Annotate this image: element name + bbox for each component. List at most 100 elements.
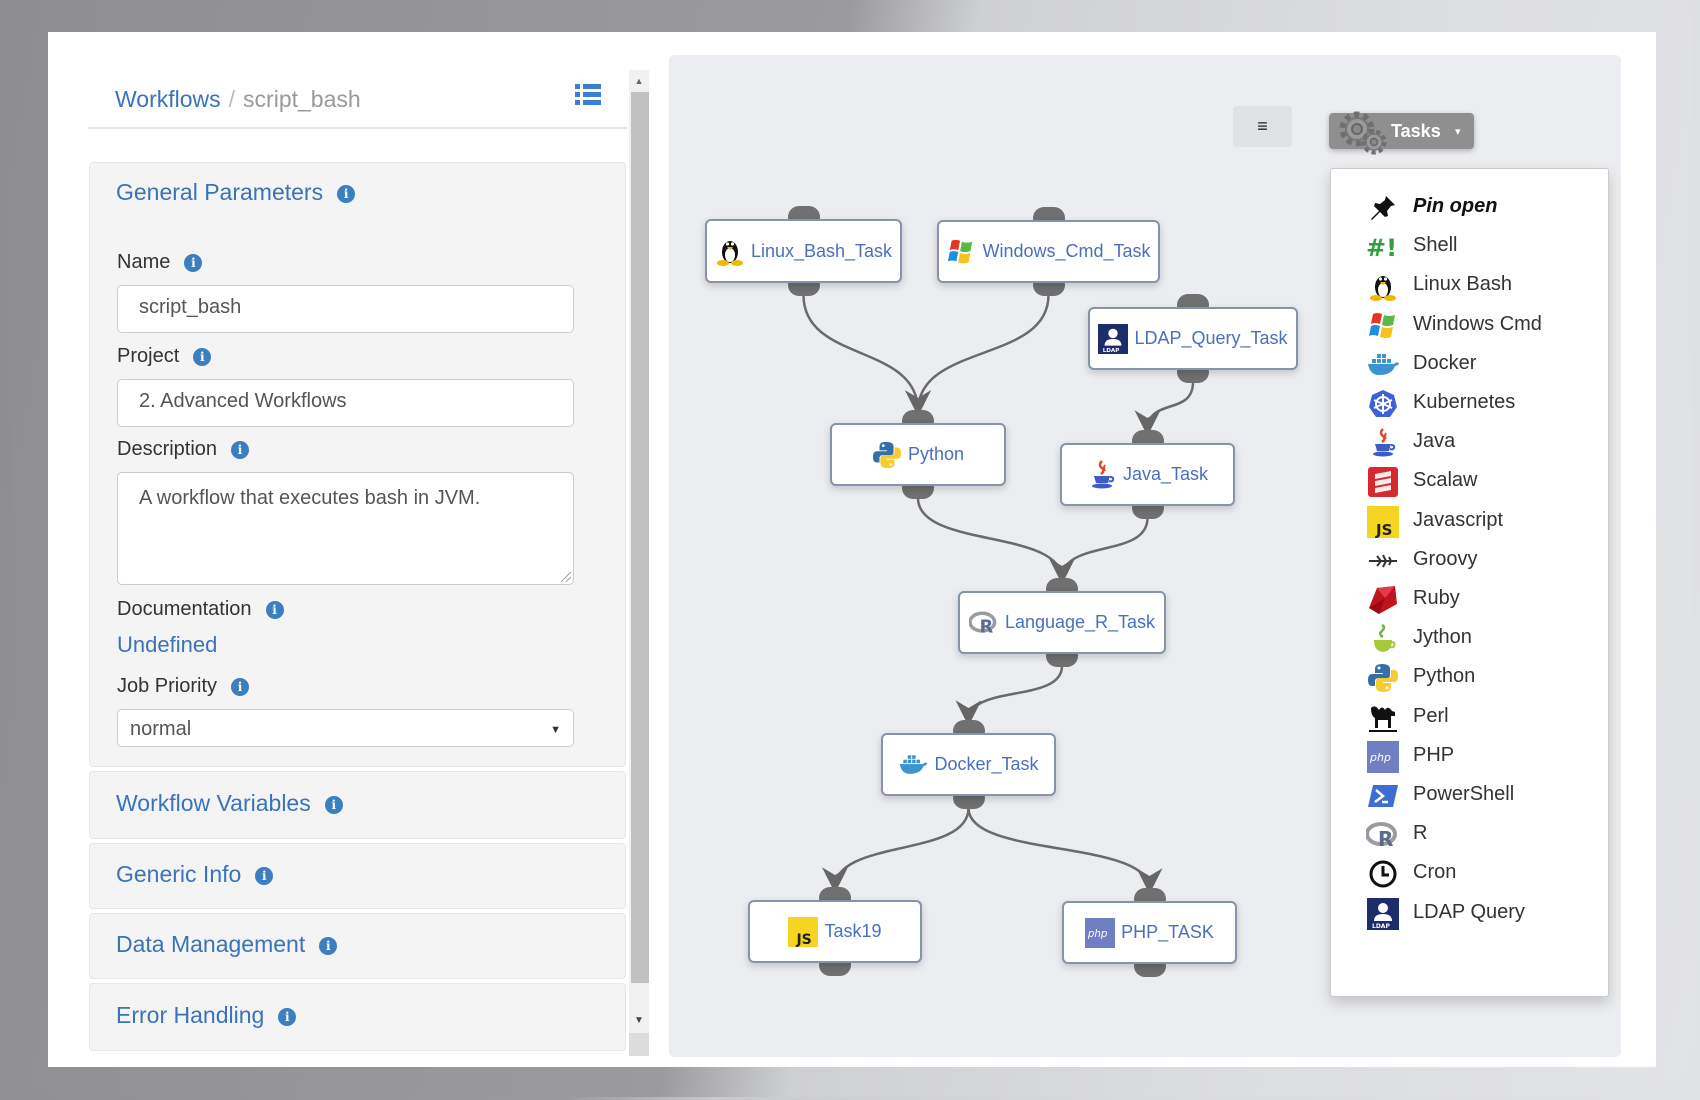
list-view-icon[interactable] (575, 84, 601, 105)
scroll-up-arrow-icon[interactable]: ▲ (629, 70, 649, 92)
task-node-label: Language_R_Task (1004, 612, 1156, 632)
breadcrumb-workflows-link[interactable]: Workflows (115, 86, 221, 112)
data-management-header[interactable]: Data Management i (116, 931, 338, 958)
groovy-icon (1366, 544, 1400, 578)
shell-icon: #! (1366, 230, 1400, 264)
tasks-menu-item[interactable]: Perl (1366, 699, 1596, 735)
info-icon[interactable]: i (319, 936, 338, 955)
pin-icon (1366, 191, 1400, 225)
task-node-ldap[interactable]: LDAP LDAP_Query_Task (1088, 307, 1298, 370)
tasks-menu-item-label: Shell (1413, 234, 1458, 257)
ldap-icon: LDAP (1366, 897, 1400, 931)
task-node-label: Windows_Cmd_Task (982, 241, 1151, 261)
tasks-menu-item[interactable]: Python (1366, 659, 1596, 695)
info-icon[interactable]: i (193, 347, 212, 366)
project-label-text: Project (117, 345, 180, 367)
php-icon: php (1085, 917, 1116, 948)
task-node-label: PHP_TASK (1121, 922, 1214, 942)
info-icon[interactable]: i (231, 677, 250, 696)
task-node-docker[interactable]: Docker_Task (881, 733, 1056, 796)
task-node-windows[interactable]: Windows_Cmd_Task (937, 220, 1160, 283)
r-icon: R (968, 608, 999, 638)
tasks-menu-item[interactable]: RR (1366, 816, 1596, 852)
tasks-menu-item[interactable]: Cron (1366, 855, 1596, 891)
generic-info-panel[interactable]: Generic Info i (89, 843, 626, 909)
linux-icon (1366, 269, 1400, 303)
tasks-menu-item[interactable]: JS Javascript (1366, 503, 1596, 539)
tasks-menu-item[interactable]: #! Shell (1366, 228, 1596, 264)
tasks-menu-item[interactable]: Java (1366, 424, 1596, 460)
scrollbar-thumb[interactable] (631, 92, 649, 983)
task-node-label: Linux_Bash_Task (750, 240, 893, 261)
info-icon[interactable]: i (255, 866, 274, 885)
tasks-menu-item[interactable]: php PHP (1366, 738, 1596, 774)
tasks-menu-item[interactable]: Kubernetes (1366, 385, 1596, 421)
svg-text:LDAP: LDAP (1372, 923, 1390, 930)
resize-grip-icon[interactable] (629, 1033, 649, 1056)
r-icon: R (1366, 818, 1400, 852)
tasks-menu-item[interactable]: Pin open (1366, 189, 1596, 225)
job-priority-label: Job Priority i (117, 675, 250, 698)
info-icon[interactable]: i (231, 440, 250, 459)
tasks-menu-item-label: Java (1413, 430, 1456, 453)
windows-icon (946, 237, 976, 267)
scroll-down-arrow-icon[interactable]: ▼ (629, 1010, 649, 1032)
tasks-menu-item[interactable]: Groovy (1366, 542, 1596, 578)
name-input[interactable]: script_bash (117, 285, 574, 333)
tasks-menu-item[interactable]: Ruby (1366, 581, 1596, 617)
tasks-button-label: Tasks (1391, 121, 1441, 141)
error-handling-panel[interactable]: Error Handling i (89, 983, 626, 1051)
general-parameters-title: General Parameters (116, 179, 324, 205)
resize-handle[interactable] (561, 572, 571, 582)
info-icon[interactable]: i (265, 600, 284, 619)
data-management-panel[interactable]: Data Management i (89, 913, 626, 979)
javascript-icon: JS (788, 916, 819, 948)
workflow-variables-panel[interactable]: Workflow Variables i (89, 771, 626, 839)
description-textarea[interactable]: A workflow that executes bash in JVM. (117, 472, 574, 585)
tasks-dropdown-button[interactable]: Tasks ▾ (1329, 111, 1474, 155)
job-priority-select[interactable]: normal ▼ (117, 709, 574, 747)
generic-info-header[interactable]: Generic Info i (116, 861, 274, 888)
task-node-python[interactable]: Python (830, 423, 1006, 486)
info-icon[interactable]: i (337, 184, 356, 203)
description-label: Description i (117, 438, 250, 461)
workflow-variables-header[interactable]: Workflow Variables i (116, 790, 343, 817)
left-panel-scrollbar[interactable]: ▲ ▼ (629, 70, 649, 1056)
jython-icon (1366, 622, 1400, 656)
tasks-menu-item-label: Python (1413, 665, 1476, 688)
task-node-linux[interactable]: Linux_Bash_Task (705, 219, 902, 283)
tasks-menu-item[interactable]: Windows Cmd (1366, 307, 1596, 343)
info-icon[interactable]: i (278, 1007, 297, 1026)
tasks-menu: Pin open #! Shell Linux Bash Windows Cmd Dock… (1330, 168, 1609, 997)
tasks-menu-item[interactable]: Docker (1366, 346, 1596, 382)
task-node-java[interactable]: Java_Task (1060, 443, 1235, 506)
job-priority-label-text: Job Priority (117, 675, 218, 697)
task-node-js[interactable]: JS Task19 (748, 900, 922, 963)
tasks-menu-item[interactable]: Linux Bash (1366, 267, 1596, 303)
tasks-menu-item-label: LDAP Query (1413, 900, 1525, 923)
project-input[interactable]: 2. Advanced Workflows (117, 379, 574, 427)
task-node-php[interactable]: php PHP_TASK (1062, 901, 1237, 964)
task-node-r[interactable]: R Language_R_Task (958, 591, 1166, 654)
tasks-menu-item[interactable]: Scalaw (1366, 463, 1596, 499)
linux-icon (715, 236, 745, 266)
scala-icon (1366, 465, 1400, 499)
error-handling-header[interactable]: Error Handling i (116, 1002, 297, 1029)
documentation-link[interactable]: Undefined (117, 632, 217, 658)
general-parameters-header[interactable]: General Parameters i (116, 179, 356, 206)
svg-text:LDAP: LDAP (1103, 348, 1120, 354)
tasks-menu-item[interactable]: Jython (1366, 620, 1596, 656)
tasks-menu-item[interactable]: PowerShell (1366, 777, 1596, 813)
svg-text:JS: JS (796, 932, 812, 948)
task-node-label: Task19 (824, 921, 882, 941)
tasks-menu-item[interactable]: LDAP LDAP Query (1366, 895, 1596, 931)
ruby-icon (1366, 583, 1400, 617)
tasks-menu-item-label: Docker (1413, 351, 1477, 374)
format-button[interactable]: ≡ (1233, 106, 1292, 147)
svg-text:JS: JS (1375, 521, 1392, 538)
info-icon[interactable]: i (324, 795, 343, 814)
task-node-label: Docker_Task (934, 754, 1039, 774)
svg-text:R: R (980, 617, 994, 636)
tasks-menu-item-label: Jython (1413, 626, 1472, 649)
info-icon[interactable]: i (184, 253, 203, 272)
